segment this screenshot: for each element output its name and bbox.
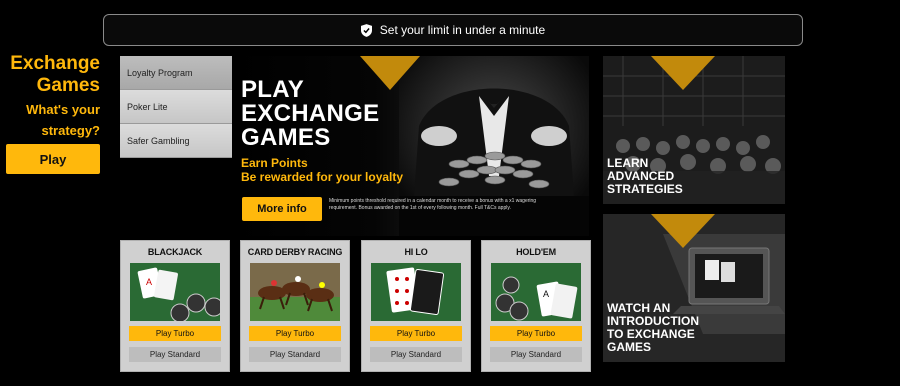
hero-title-line3: GAMES xyxy=(241,124,331,151)
label-line3: STRATEGIES xyxy=(607,182,683,196)
learn-strategies-card[interactable]: LEARN ADVANCED STRATEGIES xyxy=(603,56,785,204)
play-turbo-button[interactable]: Play Turbo xyxy=(370,326,462,341)
hero-title-line2: EXCHANGE xyxy=(241,100,380,127)
game-title: HI LO xyxy=(404,247,428,257)
svg-text:A: A xyxy=(146,277,152,287)
side-menu: Loyalty Program Poker Lite Safer Gamblin… xyxy=(120,56,232,158)
watch-intro-card[interactable]: WATCH AN INTRODUCTION TO EXCHANGE GAMES xyxy=(603,214,785,362)
set-limit-banner[interactable]: Set your limit in under a minute xyxy=(103,14,803,46)
page-title-line2: Games xyxy=(36,75,100,96)
game-title: BLACKJACK xyxy=(147,247,203,257)
accent-triangle xyxy=(651,56,715,90)
tagline-line2: strategy? xyxy=(41,123,100,138)
game-card-holdem: HOLD'EM A Play Turbo Play Standard xyxy=(481,240,591,372)
hero-title-line1: PLAY xyxy=(241,76,305,103)
play-button[interactable]: Play xyxy=(6,144,100,174)
game-card-hi-lo: HI LO Play Turbo Play Standard xyxy=(361,240,471,372)
play-standard-button[interactable]: Play Standard xyxy=(490,347,582,362)
play-turbo-button[interactable]: Play Turbo xyxy=(129,326,221,341)
horse-racing-image[interactable] xyxy=(250,263,340,321)
hero-subtitle: Earn Points Be rewarded for your loyalty xyxy=(241,156,403,184)
play-standard-button[interactable]: Play Standard xyxy=(249,347,341,362)
play-standard-button[interactable]: Play Standard xyxy=(129,347,221,362)
menu-item-poker-lite[interactable]: Poker Lite xyxy=(120,90,232,124)
more-info-button[interactable]: More info xyxy=(242,197,322,221)
page-title-line1: Exchange xyxy=(10,53,100,74)
label-line4: GAMES xyxy=(607,340,652,354)
watch-intro-label: WATCH AN INTRODUCTION TO EXCHANGE GAMES xyxy=(607,302,699,354)
hero-fine-print: Minimum points threshold required in a c… xyxy=(329,198,537,211)
hero-banner: PLAY EXCHANGE GAMES Earn Points Be rewar… xyxy=(232,56,589,236)
game-title: CARD DERBY RACING xyxy=(247,247,343,257)
svg-text:A: A xyxy=(543,289,549,299)
accent-triangle xyxy=(651,214,715,248)
game-title: HOLD'EM xyxy=(516,247,556,257)
hero-subtitle-line1: Earn Points xyxy=(241,156,308,170)
hi-lo-cards-image[interactable] xyxy=(371,263,461,321)
play-turbo-button[interactable]: Play Turbo xyxy=(490,326,582,341)
menu-item-safer-gambling[interactable]: Safer Gambling xyxy=(120,124,232,158)
learn-strategies-label: LEARN ADVANCED STRATEGIES xyxy=(607,157,683,196)
menu-item-loyalty-program[interactable]: Loyalty Program xyxy=(120,56,232,90)
holdem-image[interactable]: A xyxy=(491,263,581,321)
blackjack-image[interactable]: A xyxy=(130,263,220,321)
exchange-games-heading: Exchange Games What's your strategy? xyxy=(0,53,104,139)
shield-check-icon xyxy=(360,23,372,37)
game-card-card-derby-racing: CARD DERBY RACING Play Turbo Play Standa… xyxy=(240,240,350,372)
set-limit-text: Set your limit in under a minute xyxy=(379,23,546,37)
hero-title: PLAY EXCHANGE GAMES xyxy=(241,78,379,150)
game-card-blackjack: BLACKJACK A Play Turbo Play Standard xyxy=(120,240,230,372)
play-turbo-button[interactable]: Play Turbo xyxy=(249,326,341,341)
play-standard-button[interactable]: Play Standard xyxy=(370,347,462,362)
hero-subtitle-line2: Be rewarded for your loyalty xyxy=(241,170,404,184)
tagline-line1: What's your xyxy=(26,102,100,117)
